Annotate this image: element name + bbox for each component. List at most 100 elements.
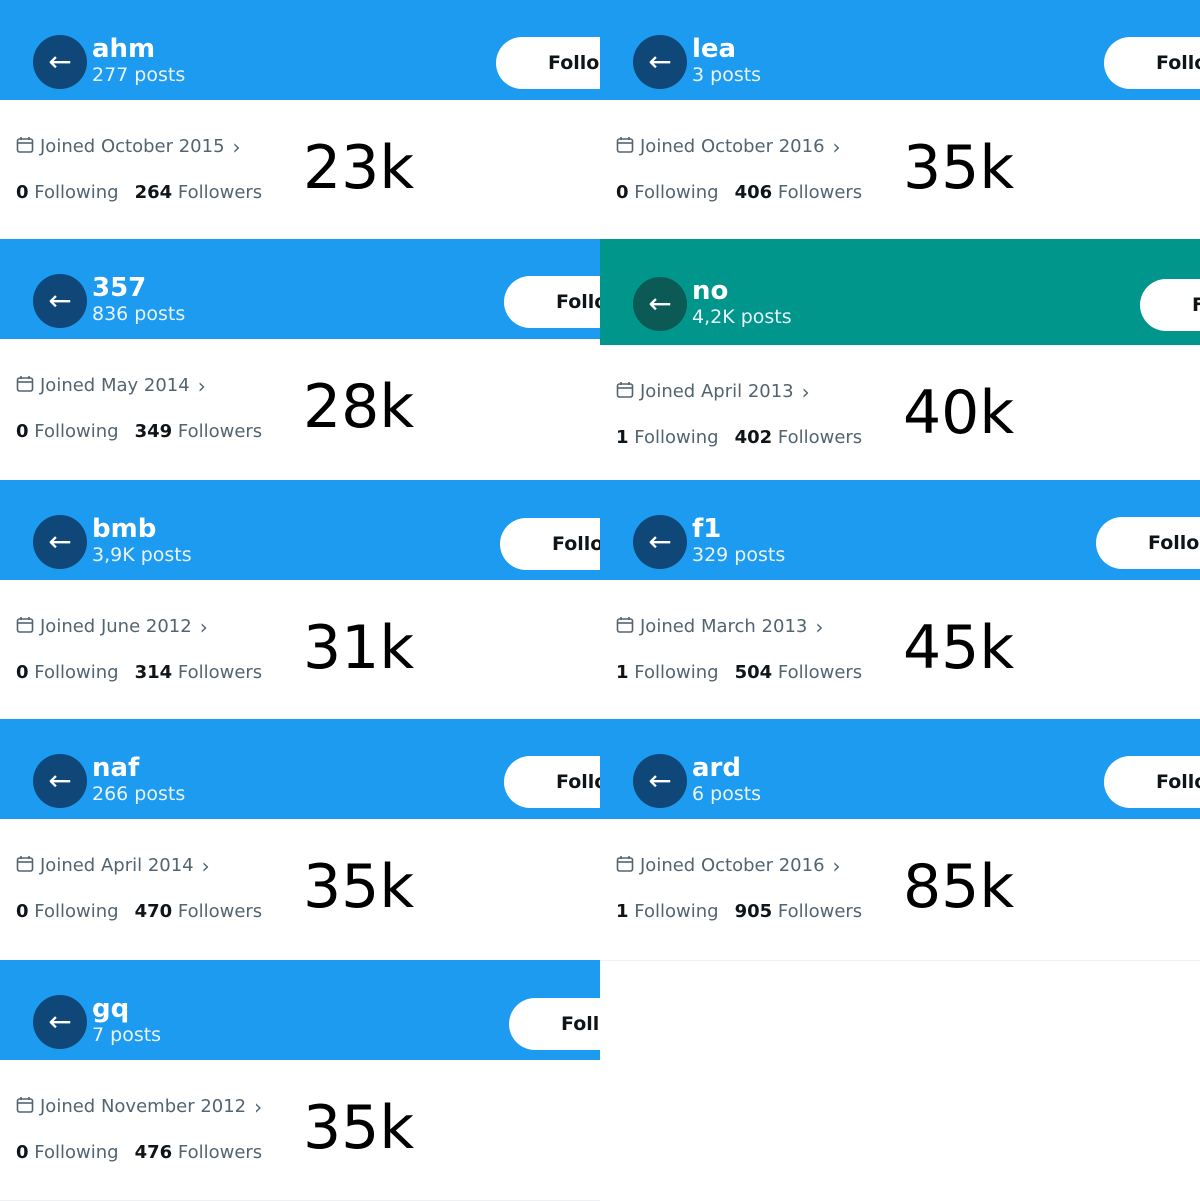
back-arrow-icon[interactable]: ← bbox=[633, 35, 687, 89]
profile-header: ← lea 3 posts Follow bbox=[600, 0, 1200, 100]
chevron-right-icon[interactable]: › bbox=[254, 1097, 262, 1117]
profile-username: ahm bbox=[92, 34, 156, 64]
chevron-right-icon[interactable]: › bbox=[200, 617, 208, 637]
chevron-right-icon[interactable]: › bbox=[802, 382, 810, 402]
follow-button[interactable]: Follow bbox=[1104, 756, 1200, 808]
chevron-right-icon[interactable]: › bbox=[833, 856, 841, 876]
chevron-right-icon[interactable]: › bbox=[198, 376, 206, 396]
back-arrow-icon[interactable]: ← bbox=[633, 754, 687, 808]
followers-count[interactable]: 504 bbox=[735, 664, 773, 682]
followers-count[interactable]: 905 bbox=[735, 903, 773, 921]
post-count: 266 posts bbox=[92, 783, 186, 805]
back-arrow-icon[interactable]: ← bbox=[33, 995, 87, 1049]
back-arrow-icon[interactable]: ← bbox=[33, 515, 87, 569]
back-arrow-icon[interactable]: ← bbox=[33, 35, 87, 89]
followers-label[interactable]: Followers bbox=[178, 184, 262, 202]
following-count[interactable]: 0 bbox=[16, 184, 29, 202]
profile-header: ← gq 7 posts Follow bbox=[0, 960, 600, 1060]
following-count[interactable]: 0 bbox=[16, 1144, 29, 1162]
followers-count[interactable]: 470 bbox=[135, 903, 173, 921]
back-arrow-icon[interactable]: ← bbox=[633, 515, 687, 569]
follow-button[interactable]: Follow bbox=[1096, 517, 1200, 569]
profile-collage: ← ahm 277 posts Follow Joined October 20… bbox=[0, 0, 1200, 1201]
followers-count[interactable]: 349 bbox=[135, 423, 173, 441]
chevron-right-icon[interactable]: › bbox=[815, 617, 823, 637]
calendar-icon bbox=[616, 855, 634, 877]
profile-card: ← bmb 3,9K posts Follow Joined June 2012… bbox=[0, 480, 600, 720]
back-arrow-icon[interactable]: ← bbox=[33, 274, 87, 328]
following-label[interactable]: Following bbox=[34, 664, 118, 682]
profile-header: ← f1 329 posts Follow bbox=[600, 480, 1200, 580]
following-count[interactable]: 0 bbox=[16, 664, 29, 682]
back-arrow-icon[interactable]: ← bbox=[633, 277, 687, 331]
followers-count[interactable]: 264 bbox=[135, 184, 173, 202]
followers-label[interactable]: Followers bbox=[778, 184, 862, 202]
big-number-annotation: 45k bbox=[903, 613, 1015, 683]
following-label[interactable]: Following bbox=[34, 184, 118, 202]
followers-label[interactable]: Followers bbox=[178, 1144, 262, 1162]
joined-text: Joined April 2013 bbox=[640, 381, 794, 402]
joined-text: Joined June 2012 bbox=[40, 616, 192, 637]
following-label[interactable]: Following bbox=[634, 664, 718, 682]
profile-card: ← f1 329 posts Follow Joined March 2013 … bbox=[600, 480, 1200, 720]
followers-count[interactable]: 314 bbox=[135, 664, 173, 682]
profile-header: ← no 4,2K posts Follow bbox=[600, 239, 1200, 345]
joined-text: Joined March 2013 bbox=[640, 616, 808, 637]
following-label[interactable]: Following bbox=[34, 903, 118, 921]
profile-username: naf bbox=[92, 753, 140, 783]
follow-stats: 0 Following 314 Followers bbox=[16, 664, 262, 682]
follow-button[interactable]: Follow bbox=[500, 518, 600, 570]
joined-text: Joined October 2015 bbox=[40, 136, 225, 157]
following-label[interactable]: Following bbox=[34, 1144, 118, 1162]
follow-button[interactable]: Follow bbox=[504, 276, 600, 328]
followers-count[interactable]: 402 bbox=[735, 429, 773, 447]
profile-username: no bbox=[692, 276, 729, 306]
joined-date: Joined May 2014 › bbox=[16, 375, 206, 397]
followers-label[interactable]: Followers bbox=[778, 903, 862, 921]
followers-count[interactable]: 476 bbox=[135, 1144, 173, 1162]
following-count[interactable]: 1 bbox=[616, 664, 629, 682]
joined-text: Joined May 2014 bbox=[40, 375, 190, 396]
follow-button[interactable]: Follow bbox=[1140, 279, 1200, 331]
follow-stats: 0 Following 264 Followers bbox=[16, 184, 262, 202]
following-label[interactable]: Following bbox=[634, 184, 718, 202]
back-arrow-icon[interactable]: ← bbox=[33, 754, 87, 808]
chevron-right-icon[interactable]: › bbox=[833, 137, 841, 157]
joined-date: Joined October 2015 › bbox=[16, 136, 241, 158]
followers-label[interactable]: Followers bbox=[778, 429, 862, 447]
following-count[interactable]: 1 bbox=[616, 903, 629, 921]
followers-label[interactable]: Followers bbox=[778, 664, 862, 682]
following-label[interactable]: Following bbox=[634, 429, 718, 447]
following-count[interactable]: 0 bbox=[616, 184, 629, 202]
follow-stats: 1 Following 402 Followers bbox=[616, 429, 862, 447]
following-label[interactable]: Following bbox=[34, 423, 118, 441]
following-count[interactable]: 0 bbox=[16, 903, 29, 921]
chevron-right-icon[interactable]: › bbox=[233, 137, 241, 157]
post-count: 4,2K posts bbox=[692, 306, 792, 328]
profile-header: ← bmb 3,9K posts Follow bbox=[0, 480, 600, 580]
calendar-icon bbox=[616, 136, 634, 158]
followers-label[interactable]: Followers bbox=[178, 423, 262, 441]
big-number-annotation: 23k bbox=[303, 133, 415, 203]
big-number-annotation: 28k bbox=[303, 372, 415, 442]
profile-card: ← ard 6 posts Follow Joined October 2016… bbox=[600, 719, 1200, 961]
profile-card: ← gq 7 posts Follow Joined November 2012… bbox=[0, 960, 600, 1201]
followers-label[interactable]: Followers bbox=[178, 903, 262, 921]
follow-button[interactable]: Follow bbox=[504, 756, 600, 808]
followers-label[interactable]: Followers bbox=[178, 664, 262, 682]
calendar-icon bbox=[16, 855, 34, 877]
follow-stats: 0 Following 470 Followers bbox=[16, 903, 262, 921]
followers-count[interactable]: 406 bbox=[735, 184, 773, 202]
big-number-annotation: 35k bbox=[303, 852, 415, 922]
follow-button[interactable]: Follow bbox=[1104, 37, 1200, 89]
calendar-icon bbox=[16, 375, 34, 397]
follow-stats: 0 Following 349 Followers bbox=[16, 423, 262, 441]
chevron-right-icon[interactable]: › bbox=[202, 856, 210, 876]
profile-card: ← naf 266 posts Follow Joined April 2014… bbox=[0, 719, 600, 961]
follow-button[interactable]: Follow bbox=[509, 998, 600, 1050]
profile-username: lea bbox=[692, 34, 737, 64]
following-count[interactable]: 1 bbox=[616, 429, 629, 447]
following-label[interactable]: Following bbox=[634, 903, 718, 921]
follow-button[interactable]: Follow bbox=[496, 37, 600, 89]
following-count[interactable]: 0 bbox=[16, 423, 29, 441]
